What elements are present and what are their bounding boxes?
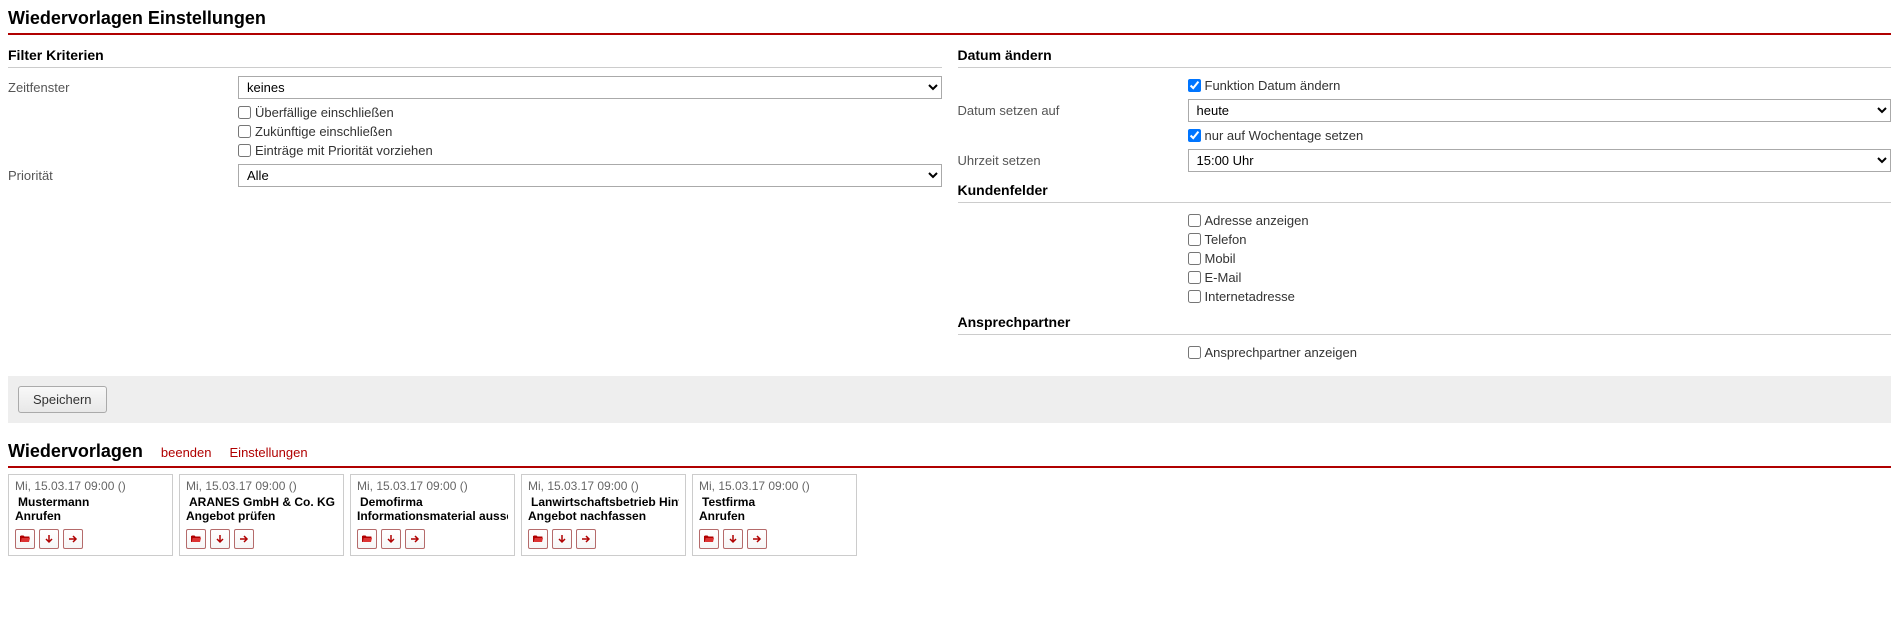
arrow-down-icon[interactable] <box>381 529 401 549</box>
open-icon[interactable] <box>528 529 548 549</box>
setzen-auf-select[interactable]: heute <box>1188 99 1892 122</box>
wv-card-task: Anrufen <box>699 509 850 523</box>
mobil-label: Mobil <box>1205 251 1236 266</box>
wv-card-date: Mi, 15.03.17 09:00 () <box>15 479 166 493</box>
telefon-label: Telefon <box>1205 232 1247 247</box>
zukuenftige-label: Zukünftige einschließen <box>255 124 392 139</box>
wv-card-actions <box>528 529 679 549</box>
setzen-auf-label: Datum setzen auf <box>958 101 1188 120</box>
adresse-checkbox[interactable] <box>1188 214 1201 227</box>
wv-card-company: Lanwirtschaftsbetrieb Hinte <box>528 495 679 509</box>
uhrzeit-select[interactable]: 15:00 Uhr <box>1188 149 1892 172</box>
arrow-down-icon[interactable] <box>552 529 572 549</box>
wv-card: Mi, 15.03.17 09:00 () Lanwirtschaftsbetri… <box>521 474 686 556</box>
arrow-down-icon[interactable] <box>210 529 230 549</box>
wv-card-date: Mi, 15.03.17 09:00 () <box>699 479 850 493</box>
wv-cards: Mi, 15.03.17 09:00 ()MustermannAnrufenMi… <box>8 474 1891 556</box>
button-bar: Speichern <box>8 376 1891 423</box>
wv-card-task: Informationsmaterial ausse <box>357 509 508 523</box>
divider <box>8 466 1891 468</box>
wochentage-label: nur auf Wochentage setzen <box>1205 128 1364 143</box>
filter-column: Filter Kriterien Zeitfenster keines Über… <box>8 43 942 366</box>
wv-header: Wiedervorlagen beenden Einstellungen <box>8 441 1891 462</box>
mobil-checkbox[interactable] <box>1188 252 1201 265</box>
open-icon[interactable] <box>699 529 719 549</box>
wv-beenden-link[interactable]: beenden <box>161 445 212 460</box>
wv-card-company: Mustermann <box>15 495 166 509</box>
telefon-checkbox[interactable] <box>1188 233 1201 246</box>
zeitfenster-select[interactable]: keines <box>238 76 942 99</box>
wv-card: Mi, 15.03.17 09:00 () ARANES GmbH & Co. K… <box>179 474 344 556</box>
kundenfelder-heading: Kundenfelder <box>958 178 1892 203</box>
arrow-down-icon[interactable] <box>39 529 59 549</box>
funktion-datum-checkbox[interactable] <box>1188 79 1201 92</box>
page-title: Wiedervorlagen Einstellungen <box>8 8 1891 29</box>
wv-card-task: Angebot nachfassen <box>528 509 679 523</box>
internet-checkbox[interactable] <box>1188 290 1201 303</box>
internet-label: Internetadresse <box>1205 289 1295 304</box>
wv-card-date: Mi, 15.03.17 09:00 () <box>186 479 337 493</box>
wv-card-company: Testfirma <box>699 495 850 509</box>
uhrzeit-label: Uhrzeit setzen <box>958 151 1188 170</box>
save-button[interactable]: Speichern <box>18 386 107 413</box>
divider <box>8 33 1891 35</box>
wochentage-checkbox[interactable] <box>1188 129 1201 142</box>
right-column: Datum ändern Funktion Datum ändern Datum… <box>958 43 1892 366</box>
wv-card-actions <box>699 529 850 549</box>
open-icon[interactable] <box>357 529 377 549</box>
open-icon[interactable] <box>186 529 206 549</box>
arrow-right-icon[interactable] <box>234 529 254 549</box>
prio-vorziehen-label: Einträge mit Priorität vorziehen <box>255 143 433 158</box>
email-checkbox[interactable] <box>1188 271 1201 284</box>
open-icon[interactable] <box>15 529 35 549</box>
wv-card-task: Angebot prüfen <box>186 509 337 523</box>
funktion-datum-label: Funktion Datum ändern <box>1205 78 1341 93</box>
wv-einstellungen-link[interactable]: Einstellungen <box>230 445 308 460</box>
email-label: E-Mail <box>1205 270 1242 285</box>
datum-heading: Datum ändern <box>958 43 1892 68</box>
ueberfaellige-checkbox[interactable] <box>238 106 251 119</box>
wv-title: Wiedervorlagen <box>8 441 143 462</box>
wv-card-date: Mi, 15.03.17 09:00 () <box>357 479 508 493</box>
ueberfaellige-label: Überfällige einschließen <box>255 105 394 120</box>
prio-vorziehen-checkbox[interactable] <box>238 144 251 157</box>
wv-card-company: Demofirma <box>357 495 508 509</box>
prioritaet-label: Priorität <box>8 166 238 185</box>
prioritaet-select[interactable]: Alle <box>238 164 942 187</box>
filter-heading: Filter Kriterien <box>8 43 942 68</box>
wv-card-actions <box>15 529 166 549</box>
zeitfenster-label: Zeitfenster <box>8 78 238 97</box>
ansprechpartner-checkbox[interactable] <box>1188 346 1201 359</box>
wv-card-date: Mi, 15.03.17 09:00 () <box>528 479 679 493</box>
arrow-down-icon[interactable] <box>723 529 743 549</box>
arrow-right-icon[interactable] <box>747 529 767 549</box>
wv-card-actions <box>357 529 508 549</box>
wv-card-task: Anrufen <box>15 509 166 523</box>
ansprechpartner-label: Ansprechpartner anzeigen <box>1205 345 1358 360</box>
settings-columns: Filter Kriterien Zeitfenster keines Über… <box>8 43 1891 366</box>
zukuenftige-checkbox[interactable] <box>238 125 251 138</box>
arrow-right-icon[interactable] <box>576 529 596 549</box>
wv-card-actions <box>186 529 337 549</box>
wv-card-company: ARANES GmbH & Co. KG <box>186 495 337 509</box>
arrow-right-icon[interactable] <box>63 529 83 549</box>
adresse-label: Adresse anzeigen <box>1205 213 1309 228</box>
wv-card: Mi, 15.03.17 09:00 () MustermannAnrufen <box>8 474 173 556</box>
arrow-right-icon[interactable] <box>405 529 425 549</box>
ansprechpartner-heading: Ansprechpartner <box>958 310 1892 335</box>
wv-card: Mi, 15.03.17 09:00 () TestfirmaAnrufen <box>692 474 857 556</box>
wv-card: Mi, 15.03.17 09:00 () DemofirmaInformatio… <box>350 474 515 556</box>
